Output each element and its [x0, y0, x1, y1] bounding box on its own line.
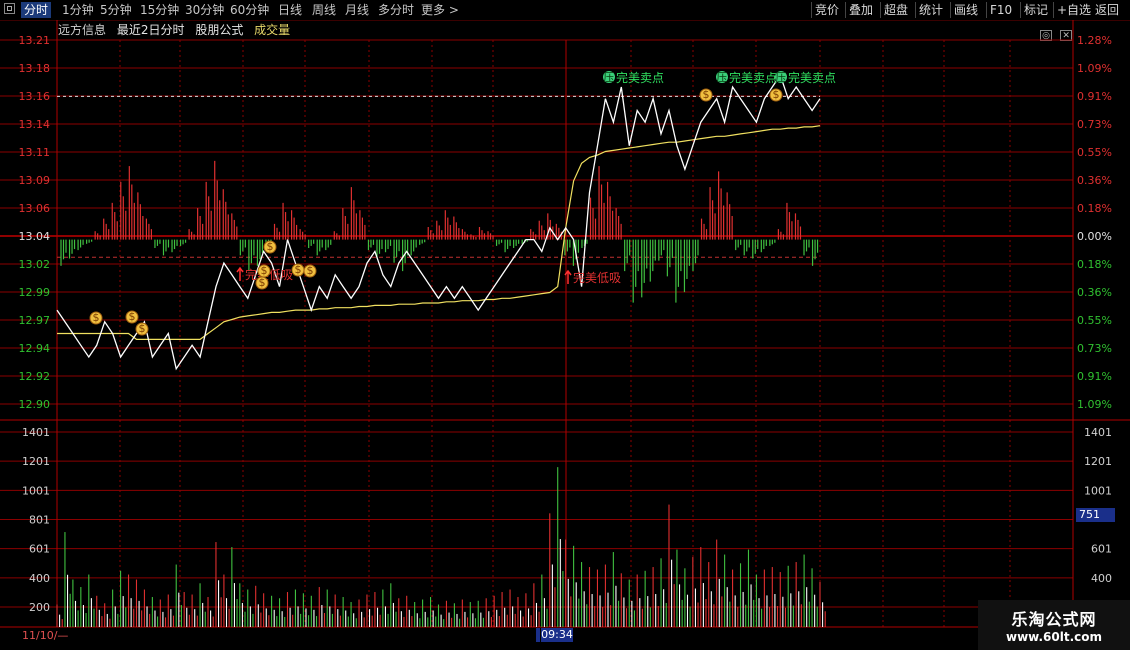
price-axis-label: 12.94 — [19, 342, 51, 355]
sell-signal-label: 完美卖点 — [616, 70, 664, 85]
percent-axis-label: 0.91% — [1077, 370, 1112, 383]
percent-axis-label: 0.36% — [1077, 286, 1112, 299]
money-bag-symbol: $ — [703, 88, 710, 101]
percent-axis-label: 0.73% — [1077, 118, 1112, 131]
price-axis-label: 12.92 — [19, 370, 51, 383]
money-bag-symbol: $ — [295, 263, 302, 276]
price-line — [56, 73, 821, 371]
price-axis-label: 13.06 — [19, 202, 51, 215]
percent-axis-label: 1.28% — [1077, 34, 1112, 47]
percent-axis-label: 0.36% — [1077, 174, 1112, 187]
buy-signal-label: 完美低吸 — [573, 270, 621, 285]
price-axis-label: 12.97 — [19, 314, 51, 327]
price-axis-label: 13.11 — [19, 146, 51, 159]
percent-axis-label: 0.18% — [1077, 202, 1112, 215]
volume-axis-label-right: 601 — [1091, 543, 1112, 556]
percent-axis-label: 0.00% — [1077, 230, 1112, 243]
price-axis-label: 13.09 — [19, 174, 51, 187]
sell-signal-icon-text: 压 — [604, 71, 615, 84]
money-bag-symbol: $ — [93, 311, 100, 324]
average-price-line — [57, 125, 821, 340]
money-bag-symbol: $ — [129, 310, 136, 323]
volume-axis-label: 601 — [29, 543, 50, 556]
price-axis-label: 12.90 — [19, 398, 51, 411]
percent-axis-label: 0.73% — [1077, 342, 1112, 355]
volume-axis-label: 1001 — [22, 484, 50, 497]
volume-axis-label: 400 — [29, 572, 50, 585]
buy-arrow-icon — [236, 266, 244, 281]
money-bag-symbol: $ — [307, 264, 314, 277]
price-axis-label: 13.04 — [19, 230, 51, 243]
volume-axis-label-right: 1201 — [1084, 455, 1112, 468]
volume-axis-label: 1401 — [22, 426, 50, 439]
price-axis-label: 13.14 — [19, 118, 51, 131]
price-axis-label: 13.18 — [19, 62, 51, 75]
time-cursor-label: 09:34 — [541, 628, 573, 642]
chart-area[interactable]: 13.21 1.28% 13.18 1.09% 13.16 0.91% 13.14 0.73%… — [0, 0, 1130, 650]
volume-axis-label-right: 400 — [1091, 572, 1112, 585]
price-axis-label: 12.99 — [19, 286, 51, 299]
money-bag-symbol: $ — [773, 88, 780, 101]
date-label: 11/10/— — [22, 629, 69, 642]
percent-axis-label: 1.09% — [1077, 398, 1112, 411]
sell-signal-label: 完美卖点 — [788, 70, 836, 85]
price-axis-label: 13.02 — [19, 258, 51, 271]
percent-axis-label: 1.09% — [1077, 62, 1112, 75]
sell-signal-label: 完美卖点 — [729, 70, 777, 85]
money-bag-symbol: $ — [267, 240, 274, 253]
sell-signal-icon-text: 压 — [776, 71, 787, 84]
percent-axis-label: 0.55% — [1077, 314, 1112, 327]
volume-axis-label: 200 — [29, 601, 50, 614]
percent-axis-label: 0.55% — [1077, 146, 1112, 159]
watermark-title: 乐淘公式网 — [1011, 610, 1097, 629]
volume-axis-label-right: 1401 — [1084, 426, 1112, 439]
cursor-marker — [536, 628, 540, 642]
sell-signal-icon-text: 压 — [717, 71, 728, 84]
money-bag-symbol: $ — [139, 322, 146, 335]
current-volume-badge: 751 — [1076, 508, 1115, 522]
money-bag-symbol: $ — [259, 276, 266, 289]
percent-axis-label: 0.91% — [1077, 90, 1112, 103]
volume-axis-label: 801 — [29, 514, 50, 527]
price-axis-label: 13.16 — [19, 90, 51, 103]
watermark-url: www.60lt.com — [1005, 630, 1103, 644]
watermark: 乐淘公式网 www.60lt.com — [978, 600, 1130, 650]
percent-axis-label: 0.18% — [1077, 258, 1112, 271]
price-axis-label: 13.21 — [19, 34, 51, 47]
volume-axis-label-right: 1001 — [1084, 484, 1112, 497]
volume-axis-label: 1201 — [22, 455, 50, 468]
